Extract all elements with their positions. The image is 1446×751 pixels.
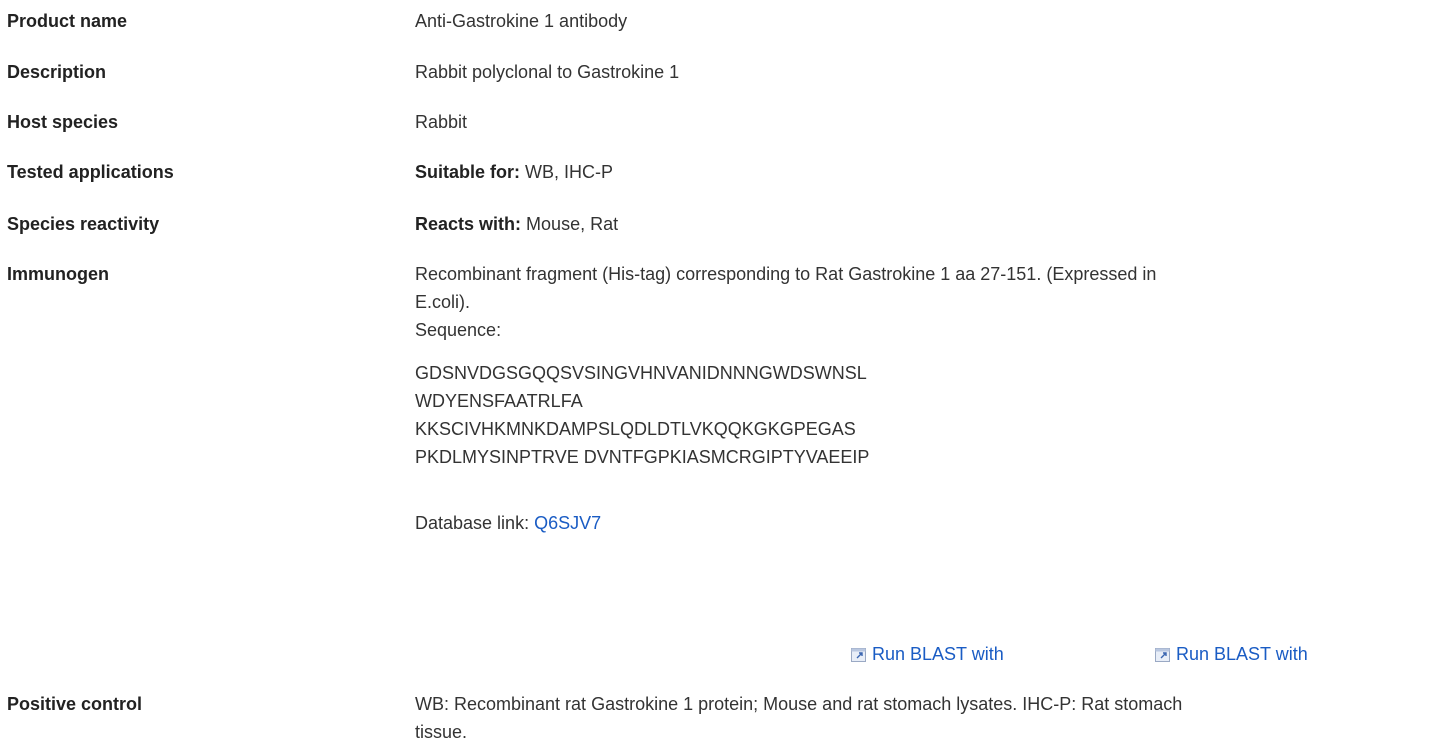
positive-control-text-line1: WB: Recombinant rat Gastrokine 1 protein…	[415, 694, 1183, 714]
host-species-value: Rabbit	[415, 112, 468, 132]
immunogen-label: Immunogen	[7, 264, 109, 284]
database-link-row: Database link: Q6SJV7	[415, 509, 1425, 537]
external-link-icon	[1155, 648, 1170, 662]
sequence-line: WDYENSFAATRLFA	[415, 391, 583, 411]
positive-control-value: WB: Recombinant rat Gastrokine 1 protein…	[415, 690, 1425, 746]
product-name-value: Anti-Gastrokine 1 antibody	[415, 11, 628, 31]
host-species-label: Host species	[7, 112, 119, 132]
sequence-line: KKSCIVHKMNKDAMPSLQDLDTLVKQQKGKGPEGAS	[415, 419, 856, 439]
run-blast-link-1[interactable]: Run BLAST with	[851, 640, 1004, 668]
immunogen-value: Recombinant fragment (His-tag) correspon…	[415, 260, 1425, 537]
species-reactivity-label: Species reactivity	[7, 214, 160, 234]
description-value: Rabbit polyclonal to Gastrokine 1	[415, 62, 680, 82]
suitable-for-prefix: Suitable for:	[415, 162, 521, 182]
reactivity-list: Mouse, Rat	[526, 214, 619, 234]
positive-control-text-line2: tissue.	[415, 722, 468, 742]
tested-applications-label: Tested applications	[7, 162, 174, 182]
database-link-q6sjv7[interactable]: Q6SJV7	[534, 513, 601, 533]
run-blast-label: Run BLAST with	[1176, 644, 1308, 664]
applications-list: WB, IHC-P	[525, 162, 614, 182]
sequence-line: PKDLMYSINPTRVE DVNTFGPKIASMCRGIPTYVAEEIP	[415, 447, 870, 467]
run-blast-label: Run BLAST with	[872, 644, 1004, 664]
sequence-line: GDSNVDGSGQQSVSINGVHNVANIDNNNGWDSWNSL	[415, 363, 867, 383]
tested-applications-value: Suitable for: WB, IHC-P	[415, 158, 1425, 186]
database-link-label: Database link:	[415, 513, 530, 533]
reacts-with-prefix: Reacts with:	[415, 214, 522, 234]
product-name-label: Product name	[7, 11, 128, 31]
immunogen-text-line1: Recombinant fragment (His-tag) correspon…	[415, 264, 1157, 284]
immunogen-text-line2: E.coli).	[415, 292, 471, 312]
positive-control-label: Positive control	[7, 694, 143, 714]
run-blast-link-2[interactable]: Run BLAST with	[1155, 640, 1308, 668]
external-link-icon	[851, 648, 866, 662]
sequence-label: Sequence:	[415, 320, 502, 340]
description-label: Description	[7, 62, 107, 82]
species-reactivity-value: Reacts with: Mouse, Rat	[415, 210, 1425, 238]
